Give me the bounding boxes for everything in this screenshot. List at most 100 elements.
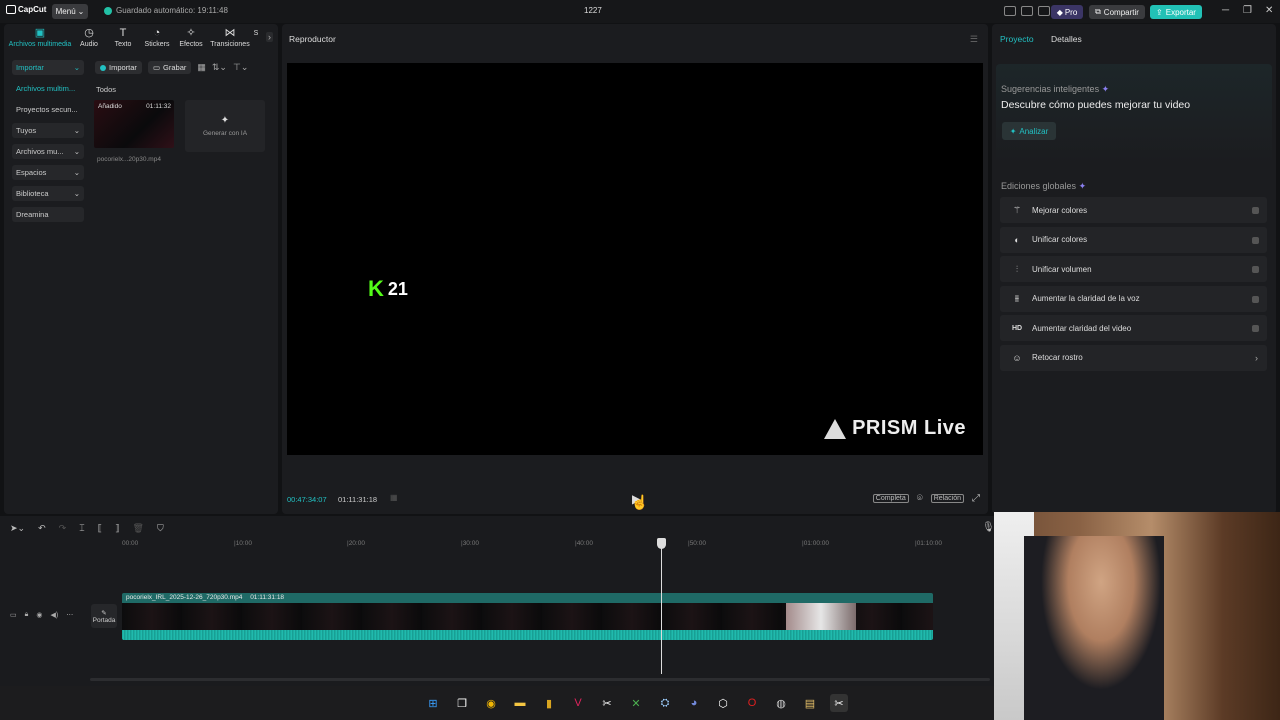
lock-icon[interactable]: 🔒︎ bbox=[25, 611, 29, 619]
hamburger-icon[interactable]: ☰ bbox=[970, 34, 978, 45]
file-explorer-icon[interactable]: ▬ bbox=[511, 694, 529, 712]
nav-label: Importar bbox=[16, 63, 44, 72]
nav-sub-projects[interactable]: Proyectos secun... bbox=[12, 102, 84, 117]
chevron-right-icon[interactable]: › bbox=[266, 32, 273, 42]
track-icon[interactable]: ▭ bbox=[10, 611, 17, 619]
filter-all[interactable]: Todos bbox=[96, 85, 116, 94]
analyze-button[interactable]: ✦ Analizar bbox=[1002, 122, 1056, 140]
tab-stickers[interactable]: ◔ Stickers bbox=[140, 28, 174, 49]
share-button[interactable]: ⧉ Compartir bbox=[1089, 5, 1145, 19]
timeline-ruler[interactable]: 00:00 |10:00 |20:00 |30:00 |40:00 |50:00… bbox=[122, 540, 992, 550]
tab-text[interactable]: T Texto bbox=[106, 28, 140, 49]
tab-audio[interactable]: ◷ Audio bbox=[72, 28, 106, 49]
screenshot-icon[interactable]: ⌾ bbox=[917, 493, 923, 504]
pro-button[interactable]: ◆ Pro bbox=[1051, 5, 1083, 19]
restore-icon[interactable]: ❐ bbox=[1243, 5, 1252, 16]
global-item-unify-volume[interactable]: ⫶ Unificar volumen bbox=[1000, 256, 1267, 282]
timeline-scrollbar[interactable] bbox=[90, 678, 990, 681]
microphone-icon[interactable]: 🎙 bbox=[982, 522, 995, 533]
xbox-icon[interactable]: ✕ bbox=[627, 694, 645, 712]
global-item-unify-colors[interactable]: ◐ Unificar colores bbox=[1000, 226, 1267, 253]
global-item-retouch-face[interactable]: ☺ Retocar rostro › bbox=[1000, 344, 1267, 371]
tab-transitions[interactable]: ⋈ Transiciones bbox=[208, 28, 252, 49]
close-icon[interactable]: ✕ bbox=[1265, 5, 1273, 16]
export-button[interactable]: ⇪ Exportar bbox=[1150, 5, 1202, 19]
steam-icon[interactable]: ⛭ bbox=[656, 694, 674, 712]
toggle[interactable] bbox=[1252, 325, 1259, 332]
tab-project[interactable]: Proyecto bbox=[1000, 34, 1034, 44]
fullscreen-icon[interactable]: ⤢ bbox=[972, 493, 980, 504]
capcut-icon[interactable]: ✂ bbox=[598, 694, 616, 712]
sort-icon[interactable]: ⇅⌄ bbox=[212, 62, 227, 73]
obs-icon[interactable]: ⬡ bbox=[714, 694, 732, 712]
opera-icon[interactable]: O bbox=[743, 694, 761, 712]
frame-icon[interactable]: ▦ bbox=[390, 493, 398, 502]
audio-mute-icon[interactable]: ◀) bbox=[50, 611, 58, 619]
tab-details[interactable]: Detalles bbox=[1051, 34, 1082, 44]
split-icon[interactable]: ⌶ bbox=[79, 523, 84, 534]
generate-ai-label: Generar con IA bbox=[202, 130, 248, 137]
ratio-button[interactable]: Relación bbox=[930, 494, 964, 503]
toggle[interactable] bbox=[1252, 236, 1259, 244]
mouse-cursor-icon: ☝ bbox=[631, 494, 649, 510]
toggle[interactable] bbox=[1252, 266, 1259, 273]
keyboard-icon[interactable] bbox=[1021, 6, 1033, 16]
chevron-down-icon: ⌄ bbox=[77, 7, 85, 16]
task-view-icon[interactable]: ❐ bbox=[453, 694, 471, 712]
nav-library[interactable]: Biblioteca ⌄ bbox=[12, 186, 84, 201]
nav-media-files-2[interactable]: Archivos mu... ⌄ bbox=[12, 144, 84, 159]
project-name[interactable]: 1227 bbox=[584, 6, 602, 15]
import-label: Importar bbox=[109, 63, 137, 72]
video-preview[interactable]: K 21 PRISM Live bbox=[287, 63, 983, 455]
nav-yours[interactable]: Tuyos ⌄ bbox=[12, 123, 84, 138]
select-tool-icon[interactable]: ➤⌄ bbox=[10, 523, 25, 534]
nav-import[interactable]: Importar ⌄ bbox=[12, 60, 84, 75]
menu-button[interactable]: Menú ⌄ bbox=[52, 4, 88, 19]
marker-icon[interactable]: ⛉ bbox=[157, 523, 164, 534]
minimize-icon[interactable]: ─ bbox=[1222, 5, 1229, 16]
tab-effects[interactable]: ✧ Efectos bbox=[174, 28, 208, 49]
filter-icon[interactable]: ⊤⌄ bbox=[233, 62, 248, 73]
visibility-icon[interactable]: ◉ bbox=[36, 611, 42, 619]
generate-ai-button[interactable]: ✦ Generar con IA bbox=[185, 100, 265, 152]
nav-spaces[interactable]: Espacios ⌄ bbox=[12, 165, 84, 180]
record-button[interactable]: ▭ Grabar bbox=[147, 61, 192, 74]
tab-label: Transiciones bbox=[210, 41, 250, 48]
playhead-handle[interactable] bbox=[657, 538, 666, 549]
delete-icon[interactable]: 🗑 bbox=[133, 523, 144, 534]
tab-media[interactable]: ▣ Archivos multimedia bbox=[8, 28, 72, 49]
playhead[interactable] bbox=[661, 538, 662, 674]
global-item-video-clarity[interactable]: HD Aumentar claridad del video bbox=[1000, 315, 1267, 341]
cover-button[interactable]: ✎ Portada bbox=[91, 604, 117, 628]
toggle[interactable] bbox=[1252, 207, 1259, 214]
app-circle-icon[interactable]: ◍ bbox=[772, 694, 790, 712]
redo-icon[interactable]: ↷ bbox=[59, 523, 67, 534]
grid-view-icon[interactable]: ▦ bbox=[197, 62, 206, 73]
chevron-down-icon: ⌄ bbox=[73, 189, 80, 198]
tab-more[interactable]: S bbox=[252, 28, 260, 48]
panel-icon[interactable] bbox=[1038, 6, 1050, 16]
media-thumbnail[interactable]: Añadido 01:11:32 bbox=[94, 100, 174, 148]
toggle[interactable] bbox=[1252, 295, 1259, 303]
more-icon[interactable]: ⋯ bbox=[66, 611, 73, 619]
app-v-icon[interactable]: V bbox=[569, 694, 587, 712]
trim-left-icon[interactable]: ⟦ bbox=[98, 523, 102, 534]
undo-icon[interactable]: ↶ bbox=[38, 523, 46, 534]
windows-start-icon[interactable]: ⊞ bbox=[424, 694, 442, 712]
discord-icon[interactable]: ◕ bbox=[685, 694, 703, 712]
import-button[interactable]: Importar bbox=[95, 61, 142, 74]
global-item-enhance-colors[interactable]: ⚚ Mejorar colores bbox=[1000, 197, 1267, 223]
layout-icon[interactable] bbox=[1004, 6, 1016, 16]
nav-dreamina[interactable]: Dreamina bbox=[12, 207, 84, 222]
chrome-icon[interactable]: ◉ bbox=[482, 694, 500, 712]
trim-right-icon[interactable]: ⟧ bbox=[115, 523, 119, 534]
taskbar-apps: ⊞ ❐ ◉ ▬ ▮ V ✂ ✕ ⛭ ◕ ⬡ O ◍ ▤ ✂ bbox=[424, 694, 848, 712]
nav-media-files[interactable]: Archivos multim... bbox=[12, 81, 84, 96]
global-item-voice-clarity[interactable]: ⫵ Aumentar la claridad de la voz bbox=[1000, 285, 1267, 312]
app-book-icon[interactable]: ▤ bbox=[801, 694, 819, 712]
video-clip[interactable]: pocorielx_IRL_2025-12-26_720p30.mp4 01:1… bbox=[122, 593, 933, 640]
app-icon[interactable]: ▮ bbox=[540, 694, 558, 712]
autosave-icon bbox=[104, 6, 112, 15]
full-button[interactable]: Completa bbox=[872, 494, 909, 503]
capcut-active-icon[interactable]: ✂ bbox=[830, 694, 848, 712]
